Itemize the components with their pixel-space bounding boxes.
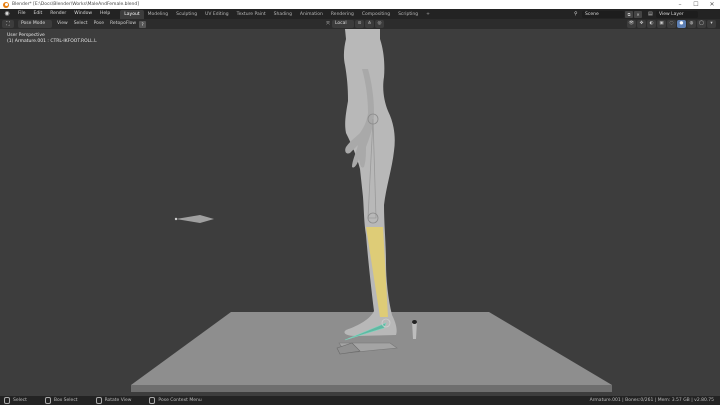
orientation-dropdown[interactable]: Local <box>332 20 354 28</box>
menu-window[interactable]: Window <box>70 9 96 19</box>
tab-rendering[interactable]: Rendering <box>327 10 358 19</box>
menu-edit[interactable]: Edit <box>30 9 47 19</box>
active-object-label: (1) Armature.001 : CTRL-IKFOOT.ROLL.L <box>7 39 97 44</box>
scene-selector: ⚲ Scene ⧉ ✕ <box>574 10 642 18</box>
xray-icon[interactable]: ▣ <box>657 20 666 28</box>
tab-shading[interactable]: Shading <box>270 10 296 19</box>
mode-dropdown[interactable]: Pose Mode <box>18 20 52 28</box>
hint-select: Select <box>4 397 27 404</box>
window-controls: – ☐ ✕ <box>672 0 720 9</box>
tab-animation[interactable]: Animation <box>296 10 327 19</box>
character-mesh[interactable] <box>343 29 397 336</box>
mouse-right-icon <box>149 397 156 404</box>
snap-icon[interactable]: ⋔ <box>365 20 374 28</box>
3d-viewport[interactable]: User Perspective (1) Armature.001 : CTRL… <box>0 29 720 396</box>
tab-compositing[interactable]: Compositing <box>358 10 394 19</box>
add-workspace-button[interactable]: + <box>422 10 434 19</box>
minimize-button[interactable]: – <box>672 0 688 9</box>
menu-help[interactable]: Help <box>96 9 114 19</box>
viewport-scene <box>131 29 612 392</box>
mouse-left-drag-icon <box>44 397 51 404</box>
tab-uv-editing[interactable]: UV Editing <box>201 10 232 19</box>
pivot-icon[interactable]: ⊙ <box>355 20 364 28</box>
view-layer-field[interactable]: View Layer <box>656 10 698 18</box>
hint-rotate-view: Rotate View <box>95 397 131 404</box>
viewport-menu: View Select Pose RetopoFlow <box>54 19 139 29</box>
blender-app-icon <box>3 1 9 8</box>
shading-rendered-icon[interactable]: ◯ <box>697 20 706 28</box>
maximize-button[interactable]: ☐ <box>688 0 704 9</box>
tab-sculpting[interactable]: Sculpting <box>172 10 201 19</box>
view-layer-selector: ▤ View Layer <box>648 10 698 18</box>
menu-select[interactable]: Select <box>71 19 91 29</box>
window-titlebar: Blender* [E:\Docs\Blender\Works\MaleAndF… <box>0 0 720 9</box>
proportional-edit-icon[interactable]: ◎ <box>375 20 384 28</box>
transform-orientation: ⤧ Local ⊙ ⋔ ◎ <box>324 20 384 28</box>
orientation-icon: ⤧ <box>325 21 330 27</box>
shading-material-icon[interactable]: ◍ <box>687 20 696 28</box>
scene-field[interactable]: Scene <box>582 10 624 18</box>
visibility-icon[interactable]: 👁 <box>627 20 636 28</box>
scene-copy-icon[interactable]: ⧉ <box>625 10 633 18</box>
close-button[interactable]: ✕ <box>704 0 720 9</box>
view-layer-icon: ▤ <box>648 11 653 17</box>
far-bone-widget[interactable] <box>176 215 214 223</box>
menu-file[interactable]: File <box>14 9 30 19</box>
viewport-right-buttons: 👁 ✥ ◐ ▣ ◌ ● ◍ ◯ ▾ <box>626 20 716 28</box>
tab-layout[interactable]: Layout <box>120 10 144 19</box>
gizmo-icon[interactable]: ✥ <box>637 20 646 28</box>
scene-delete-icon[interactable]: ✕ <box>634 10 642 18</box>
tab-modeling[interactable]: Modeling <box>144 10 172 19</box>
menu-render[interactable]: Render <box>46 9 70 19</box>
floor-plane-edge <box>131 385 612 392</box>
help-icon[interactable]: ? <box>139 20 147 28</box>
far-bone-tip <box>174 217 178 221</box>
editor-type-icon[interactable]: ⛶ <box>2 20 14 28</box>
hint-context-menu: Pose Context Menu <box>149 397 202 404</box>
workspace-tabs: Layout Modeling Sculpting UV Editing Tex… <box>120 9 434 19</box>
shading-solid-icon[interactable]: ● <box>677 20 686 28</box>
scene-icon: ⚲ <box>574 11 578 17</box>
menu-pose[interactable]: Pose <box>91 19 107 29</box>
hint-box-select: Box Select <box>44 397 78 404</box>
shading-wireframe-icon[interactable]: ◌ <box>667 20 676 28</box>
mouse-middle-icon <box>95 397 102 404</box>
top-bar: ◉ File Edit Render Window Help Layout Mo… <box>0 9 720 19</box>
mouse-left-icon <box>4 397 10 404</box>
blender-logo-icon[interactable]: ◉ <box>3 10 11 18</box>
tab-texture-paint[interactable]: Texture Paint <box>233 10 270 19</box>
menu-view[interactable]: View <box>54 19 71 29</box>
viewport-info: User Perspective (1) Armature.001 : CTRL… <box>7 33 97 45</box>
main-menu: File Edit Render Window Help <box>14 9 114 19</box>
shading-options-icon[interactable]: ▾ <box>707 20 716 28</box>
status-bar: Select Box Select Rotate View Pose Conte… <box>0 396 720 405</box>
tab-scripting[interactable]: Scripting <box>394 10 422 19</box>
scene-stats: Armature.001 | Bones:0/261 | Mem: 3.57 G… <box>589 398 714 403</box>
window-title: Blender* [E:\Docs\Blender\Works\MaleAndF… <box>12 2 139 7</box>
pole-target-head <box>412 320 417 324</box>
viewport-header: ⛶ Pose Mode View Select Pose RetopoFlow … <box>0 19 720 29</box>
overlay-icon[interactable]: ◐ <box>647 20 656 28</box>
menu-retopoflow[interactable]: RetopoFlow <box>107 19 139 29</box>
